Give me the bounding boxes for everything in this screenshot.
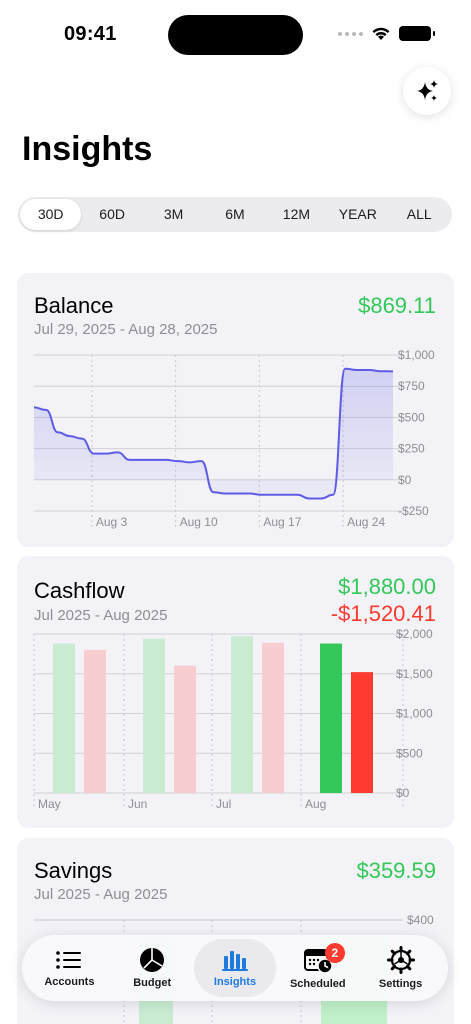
tab-bar: Accounts Budget Insights 2 Scheduled Set… xyxy=(22,935,448,1001)
list-icon xyxy=(56,951,82,969)
balance-x-tick: Aug 3 xyxy=(96,515,128,529)
tab-label: Accounts xyxy=(44,976,95,988)
range-30d[interactable]: 30D xyxy=(20,199,82,230)
wifi-icon xyxy=(372,27,390,40)
cashflow-chart: $2,000 $1,500 $1,000 $500 $0 May Jun Jul Aug xyxy=(33,627,433,811)
cellular-signal-icon xyxy=(338,31,363,36)
tab-accounts[interactable]: Accounts xyxy=(28,939,110,997)
balance-y-tick: $1,000 xyxy=(398,348,435,362)
cashflow-x-tick: Jun xyxy=(128,797,147,811)
tab-scheduled[interactable]: 2 Scheduled xyxy=(277,939,359,997)
balance-y-tick: $0 xyxy=(398,473,412,487)
balance-y-tick: -$250 xyxy=(398,504,429,518)
range-year[interactable]: YEAR xyxy=(327,199,388,230)
cashflow-x-tick: Aug xyxy=(305,797,326,811)
status-bar: 09:41 xyxy=(0,0,471,70)
cashflow-y-tick: $1,000 xyxy=(396,707,433,721)
cashflow-income-bar xyxy=(53,643,75,793)
battery-icon xyxy=(399,26,435,41)
tab-budget[interactable]: Budget xyxy=(111,939,193,997)
cashflow-y-tick: $500 xyxy=(396,746,423,760)
tab-label: Insights xyxy=(213,976,257,988)
cashflow-income-bar xyxy=(143,638,165,793)
range-all[interactable]: ALL xyxy=(389,199,450,230)
status-indicators xyxy=(338,26,435,41)
balance-chart: $1,000 $750 $500 $250 $0 -$250 Aug 3 Aug 10 Aug … xyxy=(33,348,435,529)
cashflow-expense-bar xyxy=(262,642,284,793)
range-60d[interactable]: 60D xyxy=(81,199,142,230)
sparkles-icon xyxy=(417,80,438,101)
tab-insights[interactable]: Insights xyxy=(193,939,276,997)
tab-label: Budget xyxy=(133,977,172,989)
page-title: Insights xyxy=(22,130,153,168)
balance-x-tick: Aug 24 xyxy=(347,515,385,529)
cashflow-expense-bar xyxy=(351,672,373,793)
cashflow-x-tick: May xyxy=(38,797,61,811)
cashflow-expense-bar xyxy=(84,649,106,793)
bar-chart-icon xyxy=(221,951,248,971)
gear-icon xyxy=(386,946,415,974)
savings-y-tick: $400 xyxy=(407,913,434,927)
cashflow-y-tick: $2,000 xyxy=(396,627,433,641)
range-12m[interactable]: 12M xyxy=(266,199,327,230)
cashflow-y-tick: $0 xyxy=(396,786,410,800)
balance-y-tick: $750 xyxy=(398,379,425,393)
ai-insights-button[interactable] xyxy=(403,67,451,115)
tab-settings[interactable]: Settings xyxy=(360,939,442,997)
tab-label: Settings xyxy=(378,978,423,990)
dynamic-island xyxy=(168,15,303,55)
cashflow-x-tick: Jul xyxy=(216,797,231,811)
cashflow-income-bar xyxy=(320,643,342,793)
cashflow-y-tick: $1,500 xyxy=(396,667,433,681)
range-selector: 30D 60D 3M 6M 12M YEAR ALL xyxy=(18,197,452,232)
balance-card[interactable]: Balance $869.11 Jul 29, 2025 - Aug 28, 2… xyxy=(17,273,454,547)
balance-x-tick: Aug 10 xyxy=(180,515,218,529)
scheduled-badge: 2 xyxy=(324,943,345,963)
cashflow-expense-bar xyxy=(174,665,196,793)
tab-label: Scheduled xyxy=(289,978,346,990)
range-3m[interactable]: 3M xyxy=(143,199,204,230)
balance-x-tick: Aug 17 xyxy=(263,515,301,529)
balance-y-tick: $500 xyxy=(398,410,425,424)
range-6m[interactable]: 6M xyxy=(204,199,265,230)
balance-y-tick: $250 xyxy=(398,442,425,456)
cashflow-card[interactable]: Cashflow $1,880.00 -$1,520.41 Jul 2025 -… xyxy=(17,556,454,828)
status-time: 09:41 xyxy=(64,23,117,45)
pie-chart-icon xyxy=(140,948,165,972)
cashflow-income-bar xyxy=(231,636,253,793)
